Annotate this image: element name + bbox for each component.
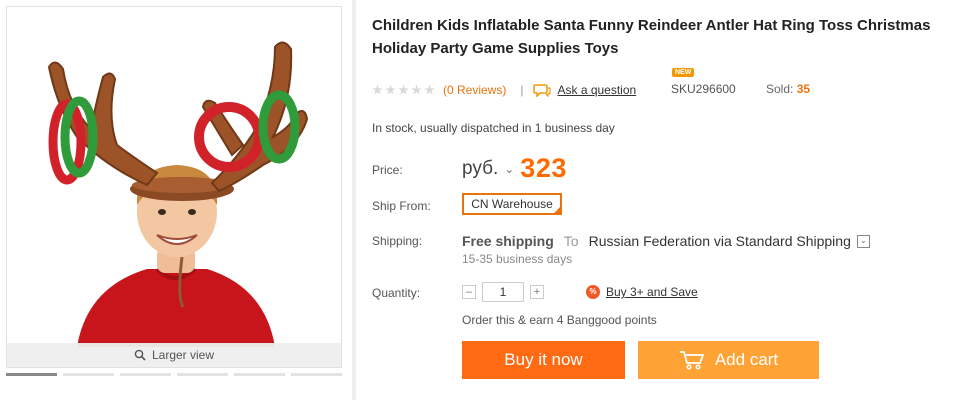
add-cart-button[interactable]: Add cart [638,341,819,379]
search-icon [134,349,146,361]
ask-question-link[interactable]: Ask a question [557,83,636,97]
shipping-label: Shipping: [372,234,423,248]
product-image-panel[interactable]: Larger view [6,6,342,368]
chat-bubble-icon[interactable] [533,83,552,97]
rating-stars[interactable] [372,84,435,96]
buy-now-label: Buy it now [504,350,583,369]
product-photo[interactable] [7,7,341,367]
buy-3-save[interactable]: % Buy 3+ and Save [586,285,698,299]
free-shipping-text: Free shipping [462,233,554,249]
shipping-row: Free shipping To Russian Federation via … [462,233,870,249]
cart-icon [679,351,704,370]
chevron-down-icon[interactable]: ⌄ [856,234,870,248]
ship-from-label: Ship From: [372,199,431,213]
reviews-link[interactable]: (0 Reviews) [443,83,506,97]
star-icon [411,84,422,95]
meta-separator: | [520,83,524,97]
warehouse-label: CN Warehouse [471,197,553,211]
star-icon [424,84,435,95]
thumbnail-strip [6,373,342,377]
thumbnail-6[interactable] [291,373,342,376]
add-cart-label: Add cart [714,350,779,369]
price-value: 323 [520,153,567,183]
product-meta-row: (0 Reviews) | Ask a question NEW SKU2966… [372,68,972,98]
warehouse-option[interactable]: CN Warehouse ✓ [462,193,562,215]
sold-count: Sold: 35 [766,82,810,96]
points-note: Order this & earn 4 Banggood points [462,313,657,327]
stock-status: In stock, usually dispatched in 1 busine… [372,121,615,135]
star-icon [385,84,396,95]
buy-3-save-link[interactable]: Buy 3+ and Save [606,285,698,299]
sold-label: Sold: [766,82,794,96]
larger-view-label: Larger view [151,348,215,362]
thumbnail-5[interactable] [234,373,285,376]
buy-now-button[interactable]: Buy it now [462,341,625,379]
thumbnail-4[interactable] [177,373,228,376]
shipping-days: 15-35 business days [462,252,573,266]
new-badge: NEW [672,68,695,77]
price-row: руб. ⌄ 323 [462,153,567,184]
star-icon [398,84,409,95]
shipping-destination[interactable]: Russian Federation via Standard Shipping [589,233,851,249]
currency-selector[interactable]: руб. [462,158,498,180]
thumbnail-1[interactable] [6,373,57,376]
panel-divider [352,0,356,400]
thumbnail-3[interactable] [120,373,171,376]
thumbnail-2[interactable] [63,373,114,376]
quantity-row: – + % Buy 3+ and Save [462,282,698,302]
quantity-input[interactable] [482,282,524,302]
sold-value: 35 [796,82,811,96]
chevron-down-icon[interactable]: ⌄ [504,162,514,176]
quantity-increment-button[interactable]: + [530,285,544,299]
checkmark-icon: ✓ [554,207,560,214]
shipping-to: To [563,233,579,249]
larger-view-button[interactable]: Larger view [7,343,341,367]
sku-text: SKU296600 [671,82,736,96]
price-label: Price: [372,163,403,177]
product-title: Children Kids Inflatable Santa Funny Rei… [372,17,931,57]
percent-icon: % [586,285,600,299]
quantity-label: Quantity: [372,286,421,300]
star-icon [372,84,383,95]
quantity-decrement-button[interactable]: – [462,285,476,299]
